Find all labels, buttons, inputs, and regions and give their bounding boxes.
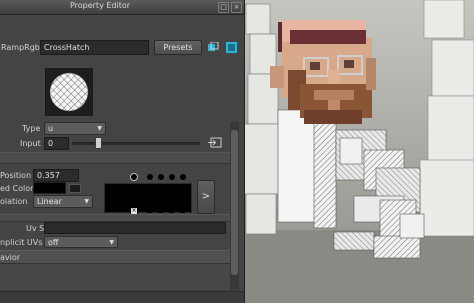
map-icon[interactable] [226,42,237,53]
input-slider-handle[interactable] [94,137,102,149]
ramp-delete-handle[interactable] [147,208,152,213]
ramp-name-field[interactable]: CrossHatch [40,40,149,55]
connection-icon[interactable] [208,137,222,148]
window-title: Property Editor [69,1,131,10]
selected-color-label: ed Color [0,184,34,193]
presets-button[interactable]: Presets [154,40,202,55]
selected-color-swatch[interactable] [33,182,66,194]
status-strip [0,291,244,303]
position-field[interactable]: 0.357 [33,169,79,182]
color-picker-icon[interactable] [69,184,81,193]
scrollbar[interactable] [230,122,239,290]
behavior-label: avior [0,253,21,262]
scene-render [244,0,474,303]
ramp-delete-handle[interactable] [158,208,163,213]
interpolation-value: Linear [37,197,62,206]
position-label: Position [0,171,32,180]
float-window-icon[interactable]: □ [218,2,229,13]
ramp-handle-selected[interactable] [130,173,138,181]
title-bar[interactable]: Property Editor □ × [0,0,244,15]
section-divider [0,214,230,222]
ramp-delete-handle[interactable] [169,208,174,213]
input-label: Input [20,139,41,148]
input-field[interactable]: 0 [44,137,69,150]
ramp-handle[interactable] [147,174,153,180]
preset-icon[interactable] [208,41,219,53]
ramp-expand-button[interactable]: > [197,180,215,214]
interpolation-dropdown[interactable]: Linear ▼ [33,195,93,208]
close-icon[interactable]: × [231,2,242,13]
ramp-handle[interactable] [180,174,186,180]
chevron-down-icon: ▼ [97,125,102,132]
ramp-handle[interactable] [169,174,175,180]
uv-set-field[interactable] [44,222,226,234]
implicit-uvs-dropdown[interactable]: off ▼ [44,236,118,248]
chevron-down-icon: ▼ [84,198,89,205]
ramp-swatch [45,68,93,116]
interpolation-label: olation [0,197,28,206]
ramp-delete-handle[interactable] [180,208,185,213]
viewport[interactable] [244,0,474,303]
behavior-section-header[interactable]: avior [0,250,230,264]
type-label: Type [22,124,41,133]
chevron-down-icon: ▼ [109,239,114,246]
ramp-handle[interactable] [158,174,164,180]
section-divider [0,152,230,164]
section-body [0,264,230,290]
input-slider[interactable] [72,142,200,145]
implicit-uvs-value: off [48,238,59,247]
type-value: u [48,124,54,133]
implicit-uvs-label: nplicit UVs [0,238,43,247]
property-editor-window: Property Editor □ × RampRgb: CrossHatch … [0,0,245,303]
type-dropdown[interactable]: u ▼ [44,122,106,135]
ramp-label: RampRgb: [1,43,43,52]
scrollbar-thumb[interactable] [231,130,238,275]
